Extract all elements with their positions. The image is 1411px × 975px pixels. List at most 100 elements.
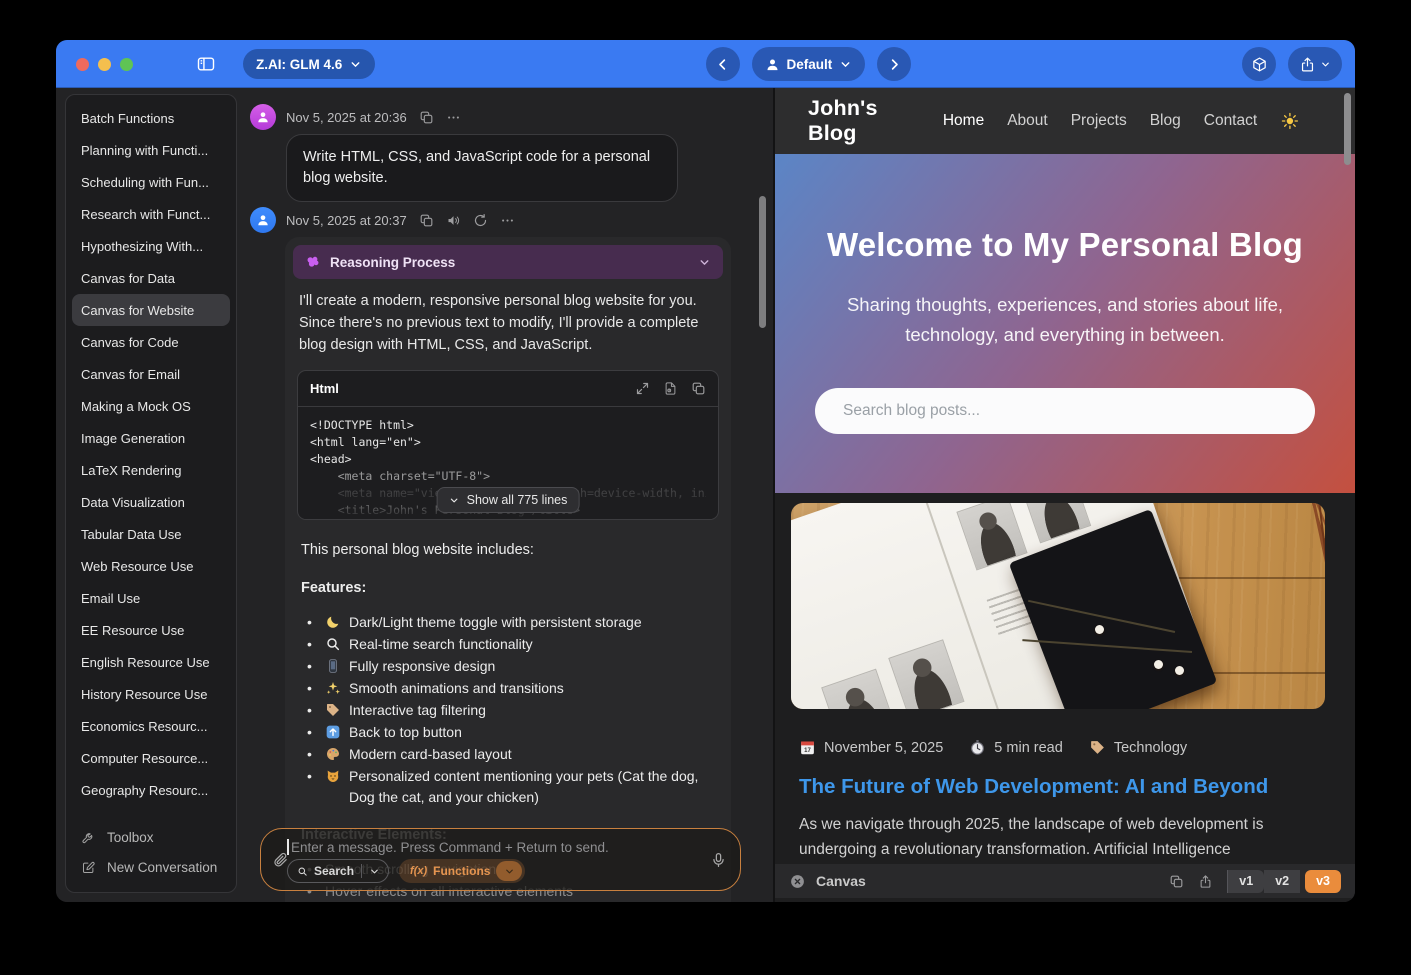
model-label: Z.AI: GLM 4.6 — [256, 57, 342, 72]
reasoning-toggle[interactable]: Reasoning Process — [293, 245, 723, 279]
back-button[interactable] — [706, 47, 740, 81]
user-message-bubble: Write HTML, CSS, and JavaScript code for… — [286, 134, 678, 202]
bullet: • — [307, 656, 317, 677]
extensions-button[interactable] — [1242, 47, 1276, 81]
new-conversation-label: New Conversation — [107, 860, 217, 875]
post-image — [791, 503, 1325, 709]
sidebar-item[interactable]: Canvas for Code — [72, 326, 230, 358]
sidebar-item[interactable]: Email Use — [72, 582, 230, 614]
version-switcher: v1v2v3 — [1227, 870, 1341, 893]
share-button[interactable] — [1288, 47, 1342, 81]
sidebar-item[interactable]: Economics Resourc... — [72, 710, 230, 742]
chat-scrollbar[interactable] — [759, 196, 766, 328]
blog-nav-link[interactable]: Blog — [1150, 112, 1181, 130]
blog-search-input[interactable] — [815, 388, 1315, 434]
copy-canvas-icon[interactable] — [1169, 874, 1184, 889]
sidebar-item[interactable]: Data Visualization — [72, 486, 230, 518]
version-button[interactable]: v3 — [1305, 870, 1341, 893]
main-content: Batch Functions Planning with Functi... … — [56, 88, 1355, 902]
blog-nav-link[interactable]: Projects — [1071, 112, 1127, 130]
photo-twigs — [1089, 503, 1325, 709]
post-meta-text: November 5, 2025 — [824, 740, 943, 756]
functions-button[interactable]: f(x) Functions — [399, 859, 525, 883]
functions-chevron[interactable] — [496, 861, 522, 881]
sidebar-item[interactable]: Research with Funct... — [72, 198, 230, 230]
sidebar-item-label: Email Use — [81, 591, 140, 606]
speaker-icon[interactable] — [446, 213, 461, 228]
sidebar-item-label: Making a Mock OS — [81, 399, 191, 414]
sidebar-item[interactable]: Geography Resourc... — [72, 774, 230, 806]
post-meta-text: 5 min read — [994, 740, 1063, 756]
microphone-icon[interactable] — [710, 851, 727, 868]
sidebar-item[interactable]: Batch Functions — [72, 102, 230, 134]
forward-button[interactable] — [877, 47, 911, 81]
blog-nav-link[interactable]: About — [1007, 112, 1048, 130]
profile-selector[interactable]: Default — [752, 47, 866, 81]
person-icon — [256, 213, 270, 227]
code-line: <!DOCTYPE html> — [310, 417, 706, 434]
divider — [361, 864, 362, 878]
feature-item: • Fully responsive design — [307, 656, 715, 677]
sidebar-toggle-button[interactable] — [194, 53, 218, 75]
canvas-actions: v1v2v3 — [1169, 870, 1341, 893]
feature-text: Fully responsive design — [349, 656, 495, 677]
blog-nav: John's Blog HomeAboutProjectsBlogContact — [775, 88, 1355, 154]
model-selector[interactable]: Z.AI: GLM 4.6 — [243, 49, 375, 79]
show-all-lines-button[interactable]: Show all 775 lines — [437, 487, 580, 513]
minimize-window-button[interactable] — [98, 58, 111, 71]
message-input[interactable] — [291, 836, 696, 858]
blog-scrollbar[interactable] — [1344, 93, 1351, 165]
code-line: <head> — [310, 451, 706, 468]
sidebar-item[interactable]: Scheduling with Fun... — [72, 166, 230, 198]
copy-code-icon[interactable] — [691, 381, 706, 396]
feature-text: Real-time search functionality — [349, 634, 533, 655]
functions-label: Functions — [433, 864, 490, 878]
sidebar-item[interactable]: Canvas for Email — [72, 358, 230, 390]
canvas-bar: Canvas v1v2v3 — [775, 864, 1355, 898]
regenerate-icon[interactable] — [473, 213, 488, 228]
post-title[interactable]: The Future of Web Development: AI and Be… — [799, 775, 1325, 799]
sidebar-item[interactable]: Hypothesizing With... — [72, 230, 230, 262]
sidebar-item-label: Data Visualization — [81, 495, 185, 510]
sidebar-item[interactable]: LaTeX Rendering — [72, 454, 230, 486]
sidebar-item[interactable]: EE Resource Use — [72, 614, 230, 646]
cube-icon — [1251, 56, 1268, 73]
sidebar: Batch Functions Planning with Functi... … — [56, 88, 242, 902]
sidebar-item[interactable]: Making a Mock OS — [72, 390, 230, 422]
more-options-icon[interactable] — [446, 110, 461, 125]
expand-icon[interactable] — [635, 381, 650, 396]
sidebar-item[interactable]: History Resource Use — [72, 678, 230, 710]
sidebar-item[interactable]: Web Resource Use — [72, 550, 230, 582]
sidebar-item[interactable]: Image Generation — [72, 422, 230, 454]
sidebar-item[interactable]: Canvas for Data — [72, 262, 230, 294]
search-mode-button[interactable]: Search — [287, 859, 389, 883]
blog-nav-link[interactable]: Home — [943, 112, 984, 130]
sidebar-item[interactable]: English Resource Use — [72, 646, 230, 678]
sidebar-item[interactable]: Tabular Data Use — [72, 518, 230, 550]
sun-icon[interactable] — [1281, 111, 1299, 131]
share-icon — [1299, 56, 1316, 73]
sidebar-item-label: Canvas for Code — [81, 335, 179, 350]
copy-icon[interactable] — [419, 213, 434, 228]
svg-text:17: 17 — [804, 748, 811, 754]
more-options-icon[interactable] — [500, 213, 515, 228]
sidebar-item[interactable]: Planning with Functi... — [72, 134, 230, 166]
copy-icon[interactable] — [419, 110, 434, 125]
zoom-window-button[interactable] — [120, 58, 133, 71]
sidebar-item[interactable]: Canvas for Website — [72, 294, 230, 326]
new-conversation-button[interactable]: New Conversation — [76, 852, 230, 882]
palette-icon — [325, 746, 341, 762]
close-canvas-icon[interactable] — [789, 873, 806, 890]
sidebar-item-label: Canvas for Data — [81, 271, 175, 286]
save-file-icon[interactable] — [663, 381, 678, 396]
share-canvas-icon[interactable] — [1198, 874, 1213, 889]
close-window-button[interactable] — [76, 58, 89, 71]
sidebar-item-label: History Resource Use — [81, 687, 207, 702]
sidebar-item[interactable]: Computer Resource... — [72, 742, 230, 774]
assistant-avatar — [250, 207, 276, 233]
version-button[interactable]: v2 — [1264, 870, 1300, 893]
navigation-group: Default — [706, 47, 912, 81]
version-button[interactable]: v1 — [1227, 870, 1264, 893]
toolbox-button[interactable]: Toolbox — [76, 822, 230, 852]
blog-nav-link[interactable]: Contact — [1204, 112, 1257, 130]
